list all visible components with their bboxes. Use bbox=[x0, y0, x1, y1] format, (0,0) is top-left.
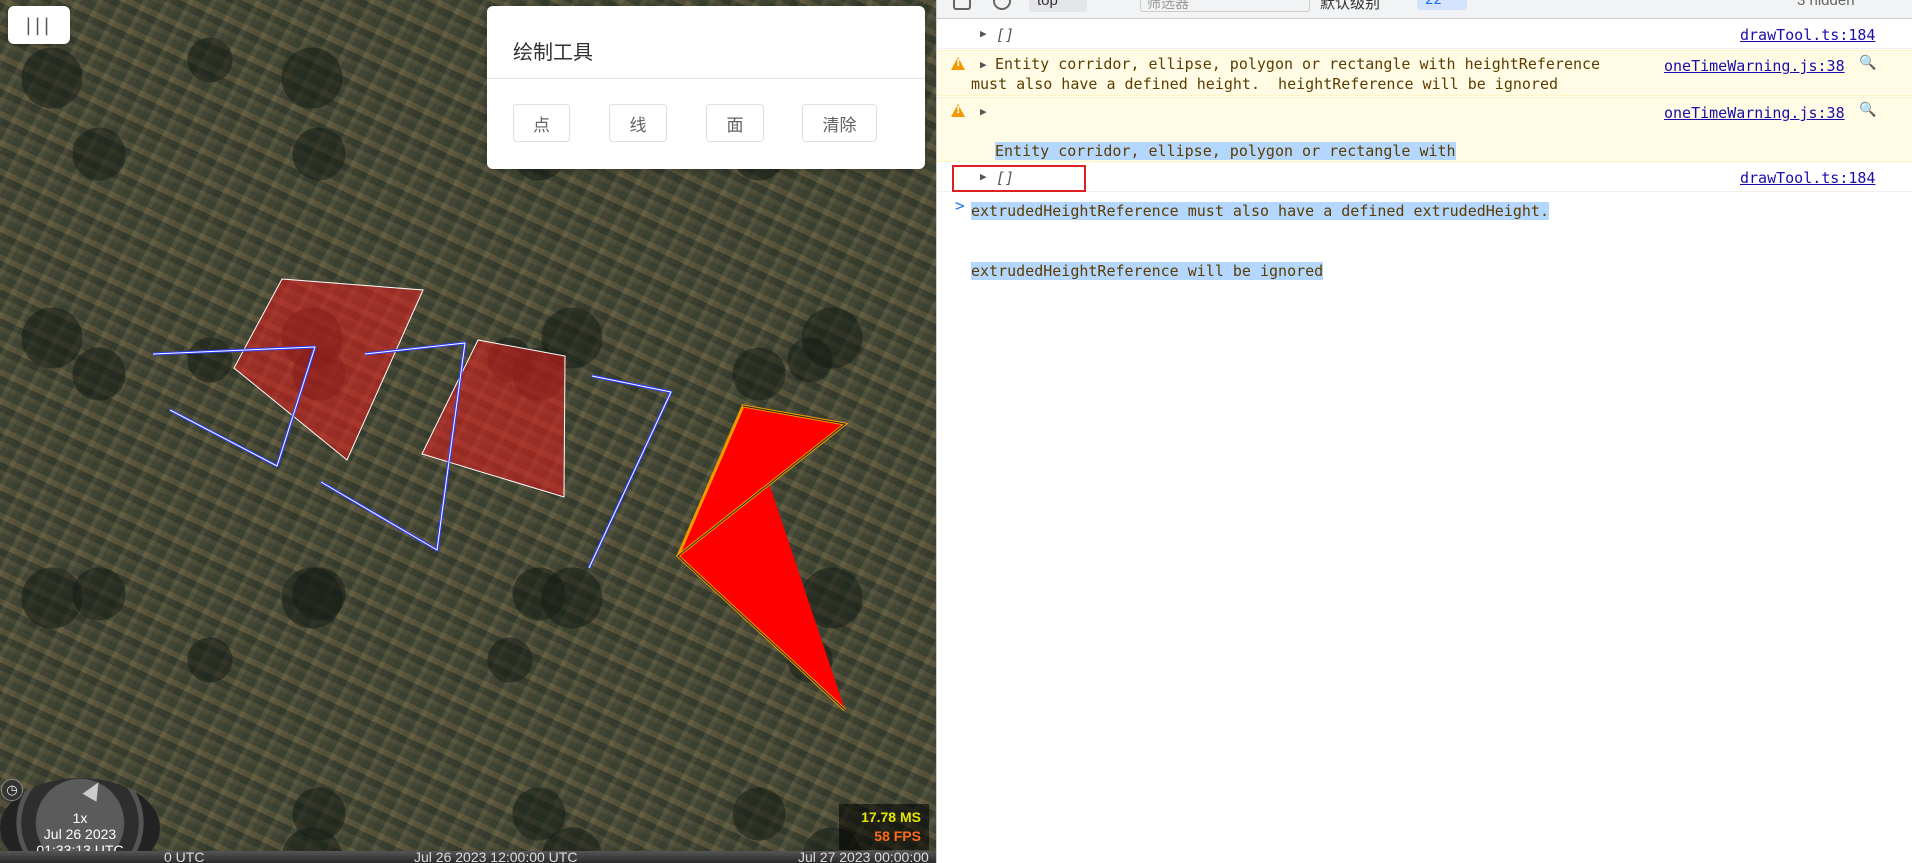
draw-line-button[interactable]: 线 bbox=[609, 104, 667, 142]
blue-polylines bbox=[152, 341, 673, 569]
draw-polygon-button[interactable]: 面 bbox=[706, 104, 764, 142]
timeline-label: 0 UTC bbox=[164, 849, 205, 863]
clear-button[interactable]: 清除 bbox=[802, 104, 877, 142]
clock-icon[interactable]: ◷ bbox=[1, 779, 23, 801]
frame-time: 17.78 MS bbox=[861, 809, 921, 825]
performance-display: 17.78 MS 58 FPS bbox=[839, 804, 929, 850]
console-row-log[interactable]: ▶ [] drawTool.ts:184 bbox=[937, 21, 1912, 49]
menu-toggle-button[interactable]: ||| bbox=[8, 6, 70, 44]
polygon-4[interactable] bbox=[678, 406, 845, 710]
highlight-box bbox=[952, 165, 1086, 192]
filter-input[interactable]: 筛选器 bbox=[1140, 0, 1310, 12]
search-icon[interactable]: 🔍 bbox=[1859, 55, 1876, 71]
expand-triangle-icon[interactable]: ▶ bbox=[980, 170, 987, 183]
log-levels-dropdown[interactable]: 默认级别 bbox=[1320, 0, 1380, 13]
divider bbox=[487, 78, 925, 79]
sidebar-toggle-icon[interactable] bbox=[953, 0, 971, 10]
warning-icon bbox=[951, 104, 965, 117]
source-link[interactable]: oneTimeWarning.js:38 bbox=[1664, 57, 1845, 75]
search-icon[interactable]: 🔍 bbox=[1859, 102, 1876, 118]
draw-tool-panel: 绘制工具 点 线 面 清除 bbox=[487, 6, 925, 169]
console-toolbar: top 筛选器 默认级别 22 3 hidden bbox=[937, 0, 1912, 19]
animation-date: Jul 26 2023 bbox=[43, 826, 117, 842]
polygon-1[interactable] bbox=[233, 278, 424, 461]
issues-badge[interactable]: 22 bbox=[1417, 0, 1467, 10]
hidden-count: 3 hidden bbox=[1797, 0, 1855, 9]
draw-panel-title: 绘制工具 bbox=[513, 40, 593, 64]
console-prompt-icon[interactable]: > bbox=[955, 196, 965, 215]
warning-message: Entity corridor, ellipse, polygon or rec… bbox=[971, 55, 1610, 93]
console-row-log[interactable]: ▶ [] drawTool.ts:184 bbox=[937, 163, 1912, 192]
animation-speed: 1x bbox=[72, 810, 88, 826]
console-row-warning[interactable]: ▶ Entity corridor, ellipse, polygon or r… bbox=[937, 50, 1912, 96]
devtools-console: top 筛选器 默认级别 22 3 hidden ▶ [] drawTool.t… bbox=[936, 0, 1912, 863]
draw-point-button[interactable]: 点 bbox=[513, 104, 570, 142]
selected-text: extrudedHeightReference will be ignored bbox=[971, 262, 1324, 280]
source-link[interactable]: drawTool.ts:184 bbox=[1740, 26, 1875, 44]
source-link[interactable]: oneTimeWarning.js:38 bbox=[1664, 104, 1845, 122]
fps-counter: 58 FPS bbox=[874, 828, 921, 844]
cesium-map-viewport[interactable]: ||| 绘制工具 点 线 面 清除 17.78 MS 58 FPS 1x Jul… bbox=[0, 0, 936, 863]
warning-message: Entity corridor, ellipse, polygon or rec… bbox=[971, 101, 1631, 321]
timeline-label: Jul 27 2023 00:00:00 bbox=[798, 849, 929, 863]
timeline[interactable]: 0 UTC Jul 26 2023 12:00:00 UTC Jul 27 20… bbox=[0, 849, 936, 863]
warning-icon bbox=[951, 57, 965, 70]
log-value[interactable]: [] bbox=[996, 169, 1014, 187]
polygon-2[interactable] bbox=[421, 339, 566, 498]
console-row-warning[interactable]: ▶ Entity corridor, ellipse, polygon or r… bbox=[937, 97, 1912, 280]
source-link[interactable]: drawTool.ts:184 bbox=[1740, 169, 1875, 187]
timeline-label: Jul 26 2023 12:00:00 UTC bbox=[414, 849, 578, 863]
expand-triangle-icon[interactable]: ▶ bbox=[980, 27, 987, 40]
selected-text: Entity corridor, ellipse, polygon or rec… bbox=[995, 142, 1456, 160]
context-selector[interactable]: top bbox=[1029, 0, 1087, 12]
clear-console-icon[interactable] bbox=[993, 0, 1011, 10]
log-value[interactable]: [] bbox=[996, 26, 1014, 44]
selected-text: extrudedHeightReference must also have a… bbox=[971, 202, 1549, 220]
